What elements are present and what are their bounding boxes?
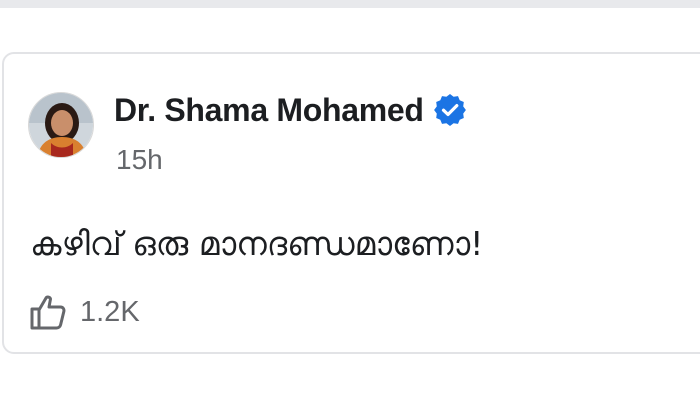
- post-card: Dr. Shama Mohamed 15h കഴിവ് ഒരു മാനദണ്ഡമ…: [2, 52, 700, 354]
- avatar[interactable]: [28, 92, 94, 158]
- post-timestamp[interactable]: 15h: [116, 142, 163, 178]
- top-divider: [0, 0, 700, 8]
- verified-badge-icon: [433, 94, 466, 126]
- like-count: 1.2K: [80, 296, 140, 328]
- post-text: കഴിവ് ഒരു മാനദണ്ഡമാണോ!: [30, 224, 484, 263]
- author-name[interactable]: Dr. Shama Mohamed: [114, 90, 424, 130]
- like-button[interactable]: 1.2K: [28, 292, 140, 332]
- author-row: Dr. Shama Mohamed: [114, 90, 466, 130]
- thumbs-up-icon: [28, 292, 68, 332]
